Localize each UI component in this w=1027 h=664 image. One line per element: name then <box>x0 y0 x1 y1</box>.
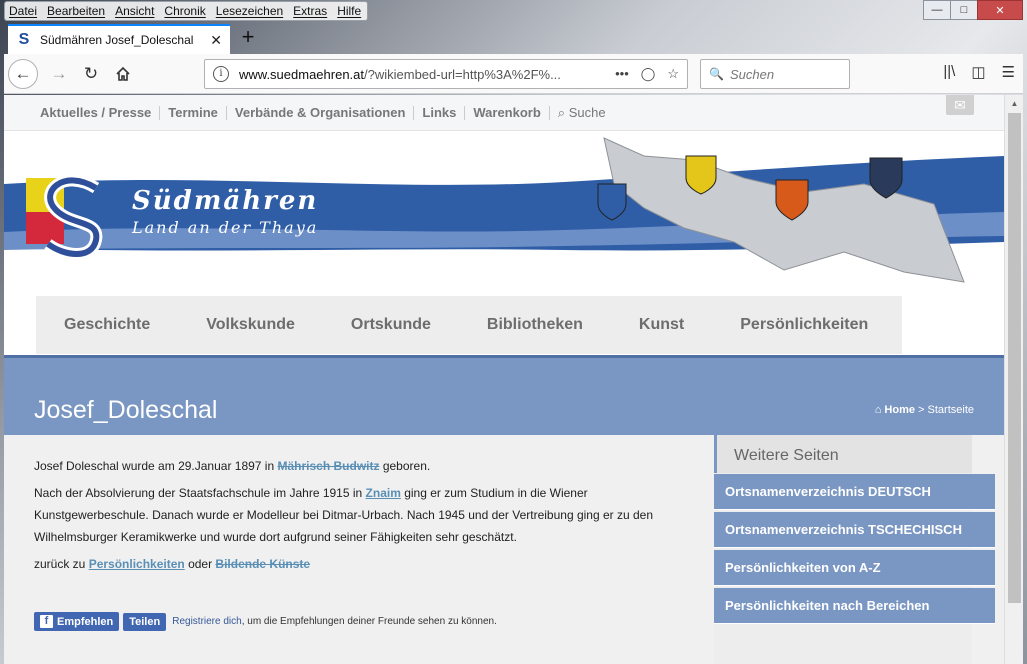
breadcrumb: ⌂ Home > Startseite <box>875 404 974 416</box>
url-domain: www.suedmaehren.at <box>239 66 365 82</box>
menu-ortskunde[interactable]: Ortskunde <box>323 316 459 334</box>
fb-text: , um die Empfehlungen deiner Freunde seh… <box>241 616 497 627</box>
menu-bibliotheken[interactable]: Bibliotheken <box>459 316 611 334</box>
topnav-termine[interactable]: Termine <box>160 105 227 120</box>
mail-icon[interactable]: ✉ <box>946 95 974 115</box>
fb-share-label: Teilen <box>129 615 161 628</box>
page-title: Josef_Doleschal <box>34 396 218 424</box>
banner-title: Südmähren <box>132 186 319 216</box>
menu-geschichte[interactable]: Geschichte <box>36 316 178 334</box>
close-window-button[interactable]: ✕ <box>977 0 1023 20</box>
menu-kunst[interactable]: Kunst <box>611 316 712 334</box>
home-button[interactable] <box>108 59 138 89</box>
menu-chronik[interactable]: Chronik <box>164 4 205 18</box>
toolbar-tools: ||\ ◫ ☰ <box>943 63 1015 81</box>
breadcrumb-home[interactable]: Home <box>884 404 915 416</box>
topnav-aktuelles[interactable]: Aktuelles / Presse <box>40 105 161 120</box>
paragraph-back-links: zurück zu Persönlichkeiten oder Bildende… <box>34 553 684 575</box>
site-favicon-icon: S <box>18 31 30 48</box>
menu-ansicht[interactable]: Ansicht <box>115 4 154 18</box>
site-banner: Südmähren Land an der Thaya <box>4 132 1004 296</box>
search-bar[interactable]: 🔍 Suchen <box>700 59 850 89</box>
page-scrollbar[interactable]: ▲ <box>1004 95 1023 664</box>
breadcrumb-current: Startseite <box>927 404 974 416</box>
library-icon[interactable]: ||\ <box>943 63 955 81</box>
fb-like-label: Empfehlen <box>57 615 114 628</box>
menubar: Datei Bearbeiten Ansicht Chronik Lesezei… <box>4 1 369 21</box>
banner-subtitle: Land an der Thaya <box>132 218 319 237</box>
site-info-icon[interactable]: i <box>213 66 229 82</box>
bookmark-star-icon[interactable]: ☆ <box>667 66 679 82</box>
home-crumb-icon: ⌂ <box>874 404 882 416</box>
link-maehrisch-budwitz[interactable]: Mährisch Budwitz <box>277 459 379 473</box>
menu-extras[interactable]: Extras <box>293 4 327 18</box>
link-persoenlichkeiten[interactable]: Persönlichkeiten <box>89 557 185 571</box>
url-path: /?wikiembed-url=http%3A%2F%... <box>364 66 561 82</box>
topnav-warenkorb[interactable]: Warenkorb <box>465 105 550 120</box>
main-menu: Geschichte Volkskunde Ortskunde Biblioth… <box>36 296 902 354</box>
fb-share-button[interactable]: Teilen <box>123 612 167 631</box>
breadcrumb-separator: > <box>918 404 925 416</box>
menu-volkskunde[interactable]: Volkskunde <box>178 316 323 334</box>
topnav-search[interactable]: ⌕ Suche <box>550 105 606 121</box>
topnav-links[interactable]: Links <box>414 105 466 120</box>
scroll-up-arrow-icon[interactable]: ▲ <box>1005 95 1024 112</box>
sidebar-heading: Weitere Seiten <box>714 435 972 473</box>
paragraph-birth: Josef Doleschal wurde am 29.Januar 1897 … <box>34 455 684 477</box>
tab-title: Südmähren Josef_Doleschal <box>40 33 194 47</box>
window-controls: — □ ✕ <box>923 0 1023 20</box>
close-tab-icon[interactable]: ✕ <box>210 32 222 49</box>
browser-window: Datei Bearbeiten Ansicht Chronik Lesezei… <box>0 0 1027 664</box>
menu-persoenlichkeiten[interactable]: Persönlichkeiten <box>712 316 896 334</box>
magnifier-icon: ⌕ <box>557 104 569 120</box>
top-navigation: Aktuelles / Presse Termine Verbände & Or… <box>4 95 1004 131</box>
navigation-toolbar: ← → ↻ i www.suedmaehren.at/?wikiembed-ur… <box>4 54 1023 94</box>
menu-datei[interactable]: Datei <box>9 4 37 18</box>
facebook-icon: f <box>40 615 53 628</box>
minimize-button[interactable]: — <box>923 0 951 20</box>
fb-register-text: Registriere dich, um die Empfehlungen de… <box>172 616 497 627</box>
pocket-icon[interactable]: ◯ <box>641 66 656 82</box>
url-text[interactable]: www.suedmaehren.at/?wikiembed-url=http%3… <box>239 67 615 82</box>
menu-bearbeiten[interactable]: Bearbeiten <box>47 4 105 18</box>
active-tab[interactable]: S Südmähren Josef_Doleschal ✕ <box>8 24 230 54</box>
topnav-verbaende[interactable]: Verbände & Organisationen <box>227 105 415 120</box>
reload-button[interactable]: ↻ <box>76 59 106 89</box>
search-placeholder: Suchen <box>729 66 775 82</box>
page-actions-icon[interactable]: ••• <box>615 66 629 82</box>
text: zurück zu <box>34 557 89 571</box>
fb-register-link[interactable]: Registriere dich <box>172 616 241 627</box>
link-znaim[interactable]: Znaim <box>366 486 401 500</box>
maximize-button[interactable]: □ <box>950 0 978 20</box>
sidebar-item-ortsnamen-deutsch[interactable]: Ortsnamenverzeichnis DEUTSCH <box>714 474 995 510</box>
paragraph-career: Nach der Absolvierung der Staatsfachschu… <box>34 482 684 548</box>
sidebar-toggle-icon[interactable]: ◫ <box>971 63 985 81</box>
scroll-thumb[interactable] <box>1008 113 1021 603</box>
facebook-widget: f Empfehlen Teilen Registriere dich, um d… <box>34 612 497 631</box>
home-icon <box>116 66 130 81</box>
page-header-bar: Josef_Doleschal ⌂ Home > Startseite <box>4 355 1004 435</box>
menu-hamburger-icon[interactable]: ☰ <box>1002 63 1015 81</box>
search-icon: 🔍 <box>709 67 724 81</box>
link-bildende-kuenste[interactable]: Bildende Künste <box>215 557 310 571</box>
text: geboren. <box>379 459 431 473</box>
menu-lesezeichen[interactable]: Lesezeichen <box>216 4 283 18</box>
menu-hilfe[interactable]: Hilfe <box>337 4 361 18</box>
sidebar: Weitere Seiten Ortsnamenverzeichnis DEUT… <box>714 435 995 664</box>
back-button[interactable]: ← <box>8 59 38 89</box>
fb-like-button[interactable]: f Empfehlen <box>34 612 120 631</box>
web-page: Aktuelles / Presse Termine Verbände & Or… <box>4 95 1004 664</box>
forward-button[interactable]: → <box>44 59 74 89</box>
sidebar-item-persoenlichkeiten-bereiche[interactable]: Persönlichkeiten nach Bereichen <box>714 588 995 624</box>
url-bar[interactable]: i www.suedmaehren.at/?wikiembed-url=http… <box>204 59 688 89</box>
new-tab-button[interactable]: + <box>236 26 260 50</box>
sidebar-item-persoenlichkeiten-a-z[interactable]: Persönlichkeiten von A-Z <box>714 550 995 586</box>
text: Josef Doleschal wurde am 29.Januar 1897 … <box>34 459 278 473</box>
sidebar-item-ortsnamen-tschechisch[interactable]: Ortsnamenverzeichnis TSCHECHISCH <box>714 512 995 548</box>
topnav-search-label: Suche <box>568 104 606 120</box>
text: oder <box>184 557 216 571</box>
text: Nach der Absolvierung der Staatsfachschu… <box>34 486 366 500</box>
tab-bar: S Südmähren Josef_Doleschal ✕ + <box>4 22 1023 54</box>
